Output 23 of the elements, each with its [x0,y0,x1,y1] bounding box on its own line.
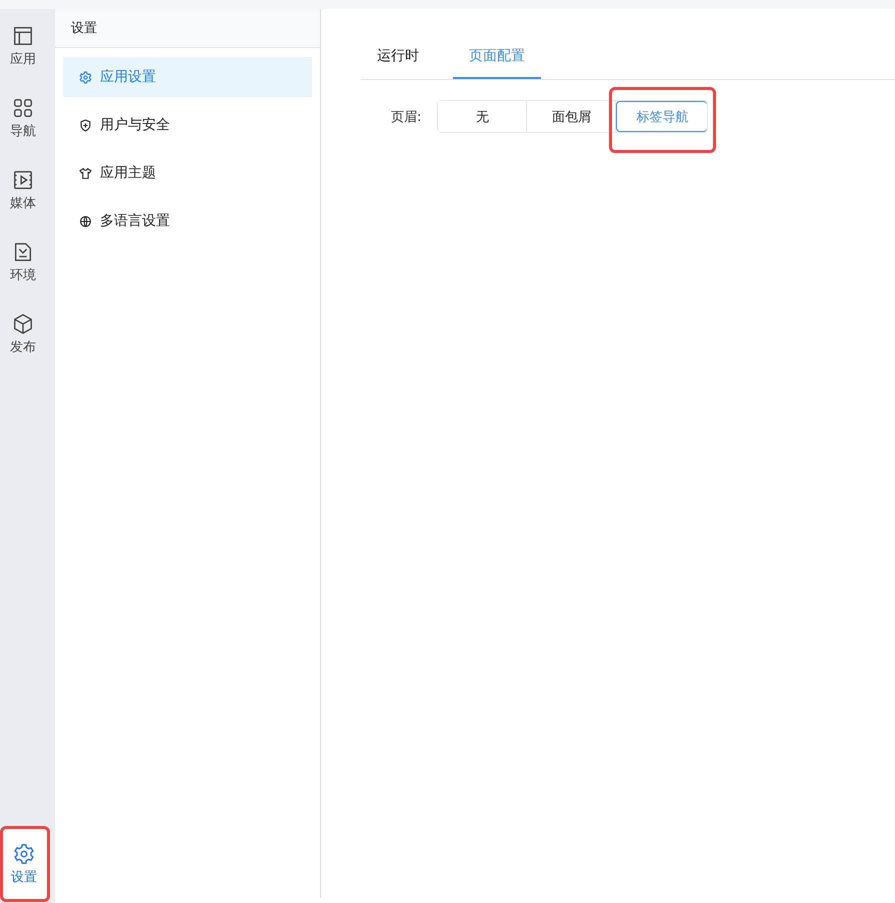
rail-item[interactable]: 导航 [0,97,46,169]
sidebar-item[interactable]: 用户与安全 [63,105,312,145]
settings-icon [79,70,92,84]
layout-icon [12,25,34,47]
shirt-icon [79,166,92,180]
rail-item[interactable]: 媒体 [0,169,46,241]
sidebar-item[interactable]: 应用主题 [63,153,312,193]
field-label: 页眉: [391,108,422,126]
download-file-icon [12,241,34,263]
rail-item[interactable]: 发布 [0,313,46,385]
rail-item[interactable]: 应用 [0,25,46,97]
globe-icon [79,214,92,228]
segment-option[interactable]: 无 [438,101,528,132]
sidebar-title: 设置 [71,20,97,37]
rail-item[interactable]: 环境 [0,241,46,313]
play-icon [12,169,34,191]
cube-icon [12,313,34,335]
grid-icon [12,97,34,119]
sidebar-item[interactable]: 多语言设置 [63,201,312,241]
tab[interactable]: 运行时 [361,40,435,79]
settings-icon [13,842,35,864]
shield-icon [79,118,92,132]
rail-item[interactable]: 设置 [0,828,48,900]
